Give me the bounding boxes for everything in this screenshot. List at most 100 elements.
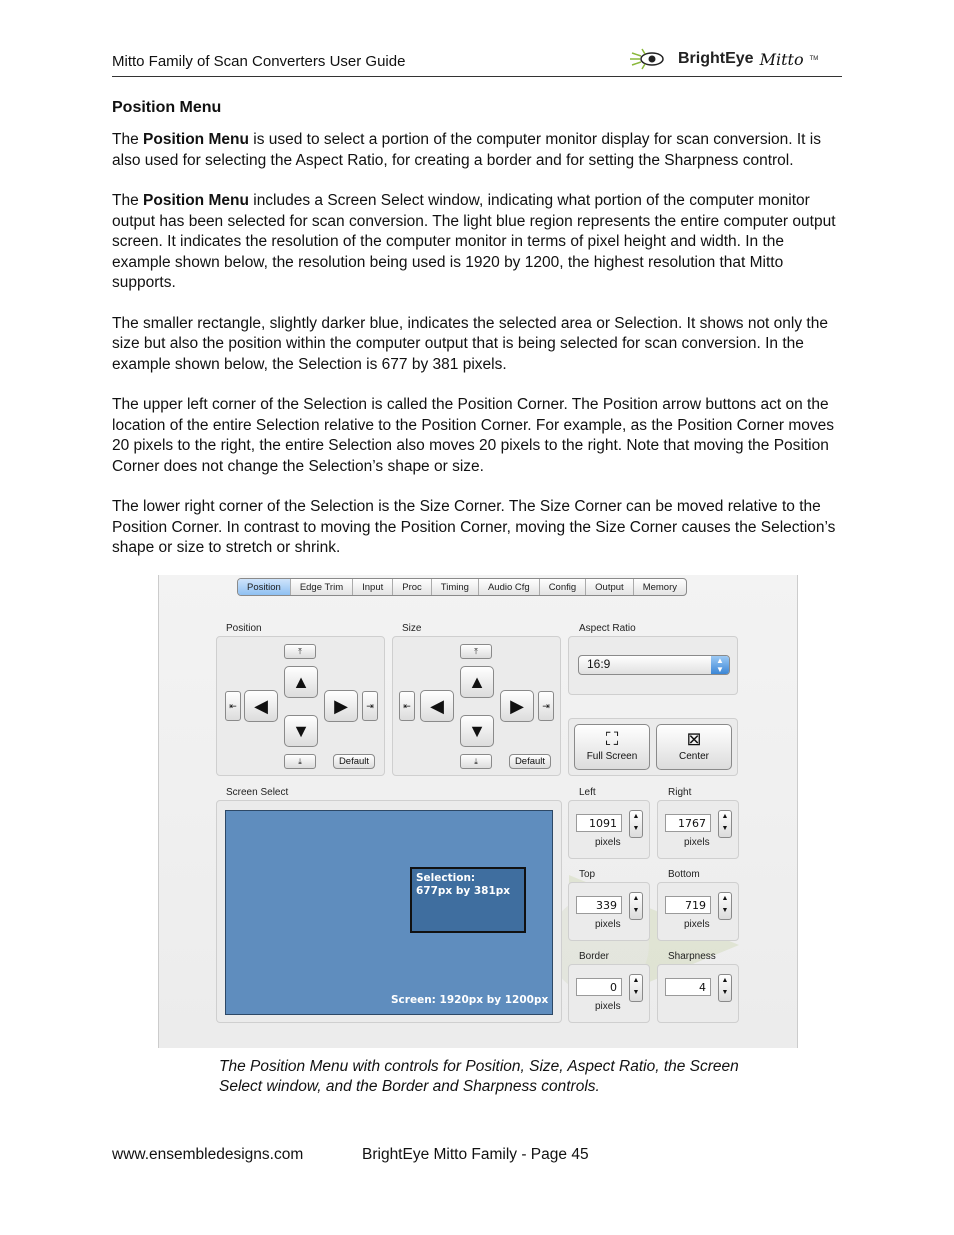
size-bottom-edge-button[interactable]: ⤓ [460,754,492,769]
expand-icon: ⛶ [605,729,619,749]
arrow-to-right-icon: ⇥ [542,700,550,711]
tab-input[interactable]: Input [353,579,394,595]
size-left-edge-button[interactable]: ⇤ [399,691,415,721]
eye-logo-icon [630,48,664,70]
position-down-button[interactable]: ▼ [284,715,318,747]
stepper-icon: ▲ ▼ [721,813,729,832]
arrow-right-icon: ▶ [510,695,524,716]
arrow-down-icon: ▼ [468,720,486,741]
full-screen-label: Full Screen [586,751,638,762]
stepper-icon: ▲ ▼ [632,977,640,996]
border-stepper[interactable]: ▲ ▼ [629,974,643,1002]
tab-edge-trim[interactable]: Edge Trim [291,579,354,595]
right-label: Right [668,787,692,798]
bottom-stepper[interactable]: ▲ ▼ [718,892,732,920]
paragraph-2: The Position Menu includes a Screen Sele… [112,192,836,291]
left-stepper[interactable]: ▲ ▼ [629,810,643,838]
sharpness-stepper[interactable]: ▲ ▼ [718,974,732,1002]
size-left-button[interactable]: ◀ [420,690,454,722]
border-unit: pixels [595,1001,621,1012]
bottom-input[interactable]: 719 [665,896,711,914]
position-up-button[interactable]: ▲ [284,666,318,698]
position-right-edge-button[interactable]: ⇥ [362,691,378,721]
aspect-ratio-select[interactable]: 16:9 ▲ ▼ [578,655,730,675]
position-group: ⤒ ▲ ⇤ ◀ ▶ ⇥ ▼ ⤓ Default [216,636,385,776]
arrow-up-icon: ▲ [292,671,310,692]
right-unit: pixels [684,837,710,848]
size-group: ⤒ ▲ ⇤ ◀ ▶ ⇥ ▼ ⤓ Default [392,636,561,776]
stepper-icon: ▲ ▼ [721,895,729,914]
top-label: Top [579,869,596,880]
header-title: Mitto Family of Scan Converters User Gui… [112,53,406,70]
paragraph-5: The lower right corner of the Selection … [112,498,836,556]
border-label: Border [579,951,610,962]
footer-page: BrightEye Mitto Family - Page 45 [362,1146,589,1163]
arrow-to-bottom-icon: ⤓ [474,756,478,766]
selection-rectangle[interactable]: Selection: 677px by 381px [410,867,526,933]
stepper-icon: ▲ ▼ [632,895,640,914]
figure-caption: The Position Menu with controls for Posi… [219,1058,739,1095]
right-stepper[interactable]: ▲ ▼ [718,810,732,838]
selection-size: 677px by 381px [416,885,511,897]
paragraph-3: The smaller rectangle, slightly darker b… [112,314,828,373]
position-default-button[interactable]: Default [333,754,375,769]
bottom-label: Bottom [668,869,700,880]
section-title: Position Menu [112,99,222,116]
logo-script: Mitto [759,49,804,69]
paragraph-1: The Position Menu is used to select a po… [112,131,821,169]
top-stepper[interactable]: ▲ ▼ [629,892,643,920]
paragraph-4: The upper left corner of the Selection i… [112,396,834,475]
logo-tm: TM [809,56,819,62]
top-unit: pixels [595,919,621,930]
position-left-button[interactable]: ◀ [244,690,278,722]
position-menu-screenshot: Position Edge Trim Input Proc Timing Aud… [158,575,798,1048]
sharpness-label: Sharpness [668,951,716,962]
position-group-label: Position [226,623,262,634]
size-top-edge-button[interactable]: ⤒ [460,644,492,659]
tab-memory[interactable]: Memory [634,579,686,595]
arrow-right-icon: ▶ [334,695,348,716]
size-default-button[interactable]: Default [509,754,551,769]
updown-chevron-icon: ▲ ▼ [711,656,729,674]
size-right-button[interactable]: ▶ [500,690,534,722]
full-screen-button[interactable]: ⛶ Full Screen [574,724,650,770]
bottom-unit: pixels [684,919,710,930]
position-left-edge-button[interactable]: ⇤ [225,691,241,721]
tab-config[interactable]: Config [540,579,587,595]
arrow-to-left-icon: ⇤ [229,700,237,711]
center-icon: ⊠ [686,729,702,749]
left-unit: pixels [595,837,621,848]
arrow-to-top-icon: ⤒ [474,646,478,656]
tab-output[interactable]: Output [586,579,634,595]
tab-audio-cfg[interactable]: Audio Cfg [479,579,540,595]
screen-resolution-text: Screen: 1920px by 1200px [391,994,549,1006]
size-down-button[interactable]: ▼ [460,715,494,747]
tab-timing[interactable]: Timing [432,579,479,595]
selection-title: Selection: [416,872,476,884]
border-input[interactable]: 0 [576,978,622,996]
arrow-left-icon: ◀ [254,695,268,716]
left-label: Left [579,787,596,798]
position-right-button[interactable]: ▶ [324,690,358,722]
position-top-edge-button[interactable]: ⤒ [284,644,316,659]
left-input[interactable]: 1091 [576,814,622,832]
aspect-ratio-label: Aspect Ratio [579,623,636,634]
arrow-to-top-icon: ⤒ [298,646,302,656]
right-input[interactable]: 1767 [665,814,711,832]
logo-word: BrightEye [678,50,754,67]
body-text: The Position Menu is used to select a po… [112,130,842,579]
header-rule [112,76,842,77]
arrow-to-bottom-icon: ⤓ [298,756,302,766]
size-right-edge-button[interactable]: ⇥ [538,691,554,721]
position-bottom-edge-button[interactable]: ⤓ [284,754,316,769]
arrow-to-right-icon: ⇥ [366,700,374,711]
size-up-button[interactable]: ▲ [460,666,494,698]
center-button[interactable]: ⊠ Center [656,724,732,770]
tab-bar: Position Edge Trim Input Proc Timing Aud… [237,578,687,596]
tab-proc[interactable]: Proc [393,579,432,595]
center-label: Center [678,751,709,762]
top-input[interactable]: 339 [576,896,622,914]
tab-position[interactable]: Position [238,579,291,595]
brighteye-logo: BrightEye Mitto TM [628,48,818,70]
sharpness-input[interactable]: 4 [665,978,711,996]
